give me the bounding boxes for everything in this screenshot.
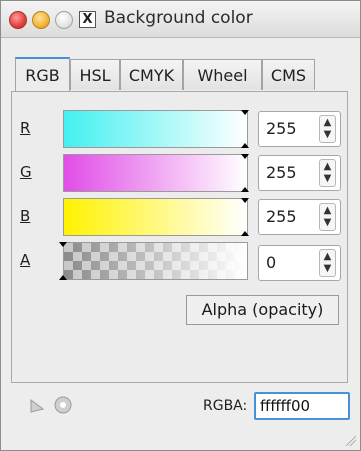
- chevron-up-icon[interactable]: ▲: [323, 206, 332, 216]
- rgba-label: RGBA:: [203, 398, 248, 414]
- tab-wheel[interactable]: Wheel: [183, 59, 262, 90]
- app-icon: X: [79, 11, 96, 28]
- slider-green[interactable]: [63, 154, 248, 192]
- chevron-down-icon[interactable]: ▼: [323, 174, 332, 184]
- maximize-window-button[interactable]: [55, 11, 73, 29]
- title-bar: X Background color: [1, 1, 360, 38]
- spinbox-blue[interactable]: 255 ▲ ▼: [258, 199, 341, 235]
- spinbox-green-arrows[interactable]: ▲ ▼: [319, 159, 336, 187]
- spinbox-alpha[interactable]: 0 ▲ ▼: [258, 245, 341, 281]
- chevron-up-icon[interactable]: ▲: [323, 252, 332, 262]
- slider-alpha[interactable]: [63, 242, 248, 280]
- spinbox-blue-value: 255: [266, 207, 297, 226]
- chevron-down-icon[interactable]: ▼: [323, 218, 332, 228]
- spinbox-alpha-value: 0: [266, 253, 277, 272]
- close-window-button[interactable]: [9, 11, 27, 29]
- slider-alpha-marker-bottom: [59, 275, 67, 280]
- spinbox-red-value: 255: [266, 119, 297, 138]
- rgba-input[interactable]: ffffff00: [254, 392, 350, 420]
- slider-red[interactable]: [63, 110, 248, 148]
- slider-green-marker-bottom: [241, 187, 249, 192]
- window-title: Background color: [104, 8, 253, 28]
- spinbox-green-value: 255: [266, 163, 297, 182]
- slider-blue[interactable]: [63, 198, 248, 236]
- eyedropper-icon[interactable]: [28, 395, 48, 415]
- target-icon[interactable]: [53, 395, 73, 415]
- resize-grip[interactable]: [344, 434, 356, 446]
- chevron-down-icon[interactable]: ▼: [323, 264, 332, 274]
- slider-blue-marker-top: [241, 198, 249, 203]
- minimize-window-button[interactable]: [32, 11, 50, 29]
- tab-rgb[interactable]: RGB: [15, 57, 70, 91]
- tab-hsl[interactable]: HSL: [70, 59, 120, 90]
- spinbox-blue-arrows[interactable]: ▲ ▼: [319, 203, 336, 231]
- spinbox-green[interactable]: 255 ▲ ▼: [258, 155, 341, 191]
- alpha-tooltip: Alpha (opacity): [186, 295, 339, 325]
- chevron-up-icon[interactable]: ▲: [323, 118, 332, 128]
- spinbox-alpha-arrows[interactable]: ▲ ▼: [319, 249, 336, 277]
- slider-green-marker-top: [241, 154, 249, 159]
- tab-cms[interactable]: CMS: [262, 59, 315, 90]
- channel-label-g: G: [20, 163, 32, 181]
- tab-cmyk[interactable]: CMYK: [120, 59, 183, 90]
- spinbox-red-arrows[interactable]: ▲ ▼: [319, 115, 336, 143]
- chevron-down-icon[interactable]: ▼: [323, 130, 332, 140]
- slider-blue-marker-bottom: [241, 231, 249, 236]
- channel-label-r: R: [20, 119, 31, 137]
- chevron-up-icon[interactable]: ▲: [323, 162, 332, 172]
- channel-label-b: B: [20, 207, 31, 225]
- slider-red-marker-top: [241, 110, 249, 115]
- slider-alpha-marker-top: [59, 242, 67, 247]
- channel-label-a: A: [20, 251, 31, 269]
- spinbox-red[interactable]: 255 ▲ ▼: [258, 111, 341, 147]
- slider-red-marker-bottom: [241, 143, 249, 148]
- color-dialog-window: X Background color RGB HSL CMYK Wheel CM…: [0, 0, 361, 451]
